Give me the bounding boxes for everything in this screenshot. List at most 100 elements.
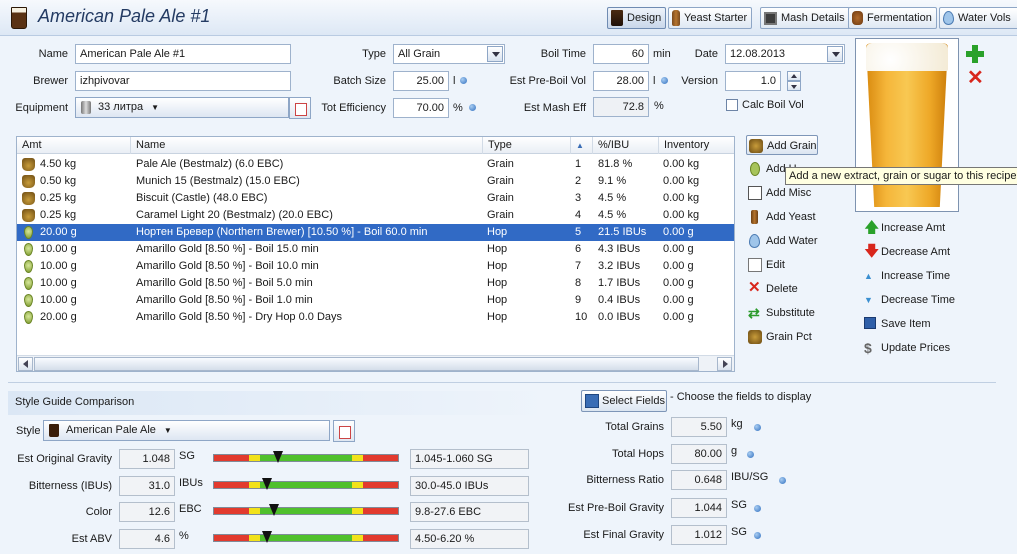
info-dot-icon[interactable] [778,477,786,484]
stat-label: Total Hops [612,448,664,460]
info-dot-icon[interactable] [747,451,755,458]
calc-boil-vol-checkbox[interactable] [726,99,738,111]
edit-button[interactable]: Edit [746,255,785,275]
col-type[interactable]: Type [483,137,571,154]
cell-amt: 10.00 g [40,294,77,306]
ingredients-table[interactable]: Amt Name Type ▲ %/IBU Inventory 4.50 kg P… [16,136,735,372]
boil-time-unit: min [653,48,671,60]
col-inventory[interactable]: Inventory [659,137,734,154]
remove-recipe-icon[interactable]: ✕ [967,68,985,88]
info-dot-icon[interactable] [661,77,668,84]
save-item-button[interactable]: Save Item [863,314,931,334]
hop-icon [24,260,33,273]
tab-water-vols[interactable]: Water Vols [939,7,1017,29]
info-dot-icon[interactable] [753,532,761,539]
beer-glass-icon [49,424,59,437]
increase-amt-button[interactable]: 🡅 Increase Amt [863,218,945,238]
efficiency-field[interactable]: 70.00 [393,98,449,118]
range-marker-icon [261,478,272,490]
table-row[interactable]: 0.25 kg Caramel Light 20 (Bestmalz) (20.0… [17,207,734,224]
chevron-down-icon[interactable] [487,46,503,62]
scroll-right-icon[interactable] [717,357,732,371]
spin-down-icon[interactable] [787,81,801,91]
decrease-amt-button[interactable]: 🡇 Decrease Amt [863,242,950,262]
info-dot-icon[interactable] [753,505,761,512]
col-name[interactable]: Name [131,137,483,154]
boil-time-field[interactable]: 60 [593,44,649,64]
delete-icon: ✕ [748,279,761,296]
cell-name: Amarillo Gold [8.50 %] - Boil 5.0 min [136,277,313,289]
increase-time-button[interactable]: ▲ Increase Time [863,266,950,286]
add-water-button[interactable]: Add Water [746,231,818,251]
mash-eff-label: Est Mash Eff [523,102,586,114]
tab-yeast-starter[interactable]: Yeast Starter [668,7,753,29]
style-select[interactable]: American Pale Ale ▼ [43,420,330,441]
info-dot-icon[interactable] [469,104,476,111]
batch-size-field[interactable]: 25.00 [393,71,449,91]
col-pct-ibu[interactable]: %/IBU [593,137,659,154]
cell-amt: 10.00 g [40,277,77,289]
stat-value: 1.012 [671,525,727,545]
type-select[interactable]: All Grain [393,44,505,64]
info-dot-icon[interactable] [460,77,467,84]
add-recipe-icon[interactable] [966,45,984,63]
table-row[interactable]: 10.00 g Amarillo Gold [8.50 %] - Boil 1.0… [17,292,734,309]
table-row[interactable]: 10.00 g Amarillo Gold [8.50 %] - Boil 10.… [17,258,734,275]
style-range-text: 1.045-1.060 SG [410,449,529,469]
stat-unit: SG [731,526,747,538]
add-yeast-button[interactable]: Add Yeast [746,207,816,227]
name-field[interactable]: American Pale Ale #1 [75,44,291,64]
date-picker[interactable]: 12.08.2013 [725,44,845,64]
style-picker-button[interactable] [333,420,355,442]
update-prices-button[interactable]: $ Update Prices [863,338,950,358]
col-amt[interactable]: Amt [17,137,131,154]
brewer-field[interactable]: izhpivovar [75,71,291,91]
version-field[interactable]: 1.0 [725,71,781,91]
horizontal-scrollbar[interactable] [17,355,734,371]
cell-amt: 4.50 kg [40,158,77,170]
select-fields-button[interactable]: Select Fields [581,390,667,412]
bar-segment [363,535,398,541]
preboil-vol-field[interactable]: 28.00 [593,71,649,91]
equipment-picker-button[interactable] [289,97,311,119]
add-misc-button[interactable]: Add Misc [746,183,811,203]
cell-amt: 0.25 kg [40,192,77,204]
grain-icon [749,139,763,153]
bar-segment [249,482,260,488]
tab-mash-details[interactable]: Mash Details [760,7,850,29]
table-row[interactable]: 0.25 kg Biscuit (Castle) (48.0 EBC) Grain 3… [17,190,734,207]
col-order[interactable]: ▲ [571,137,593,154]
scroll-left-icon[interactable] [18,357,33,371]
cell-amt: 10.00 g [40,260,77,272]
style-range-text: 9.8-27.6 EBC [410,502,529,522]
table-row[interactable]: 20.00 g Amarillo Gold [8.50 %] - Dry Hop … [17,309,734,326]
table-row[interactable]: 0.50 kg Munich 15 (Bestmalz) (15.0 EBC) Gr… [17,173,734,190]
cell-num: 10 [575,311,588,323]
version-spinner[interactable] [787,71,801,91]
info-dot-icon[interactable] [753,424,761,431]
style-range-text: 30.0-45.0 IBUs [410,476,529,496]
tab-design[interactable]: Design [607,7,667,29]
style-metric-label: Color [85,506,112,518]
water-drop-icon [943,11,954,25]
cell-inv: 0.00 kg [663,209,700,221]
cell-type: Hop [487,277,508,289]
cell-pct: 81.8 % [598,158,633,170]
cell-inv: 0.00 g [663,294,694,306]
spin-up-icon[interactable] [787,71,801,81]
decrease-time-button[interactable]: ▼ Decrease Time [863,290,955,310]
equipment-select[interactable]: 33 литра ▼ [75,97,289,118]
arrow-up-icon: 🡅 [864,219,880,236]
table-row[interactable]: 4.50 kg Pale Ale (Bestmalz) (6.0 EBC) Grai… [17,156,734,173]
table-row[interactable]: 10.00 g Amarillo Gold [8.50 %] - Boil 15.… [17,241,734,258]
delete-button[interactable]: ✕ Delete [746,279,798,299]
grain-icon [22,158,35,171]
chevron-down-icon[interactable] [827,46,843,62]
table-row[interactable]: 10.00 g Amarillo Gold [8.50 %] - Boil 5.0… [17,275,734,292]
table-row[interactable]: 20.00 g Нортен Бревер (Northern Brewer) [… [17,224,734,241]
grain-pct-button[interactable]: Grain Pct [746,327,812,347]
scrollbar-thumb[interactable] [34,357,699,371]
tab-fermentation[interactable]: Fermentation [848,7,937,29]
substitute-button[interactable]: ⇄ Substitute [746,303,815,323]
add-grain-button[interactable]: Add Grain [746,135,818,155]
